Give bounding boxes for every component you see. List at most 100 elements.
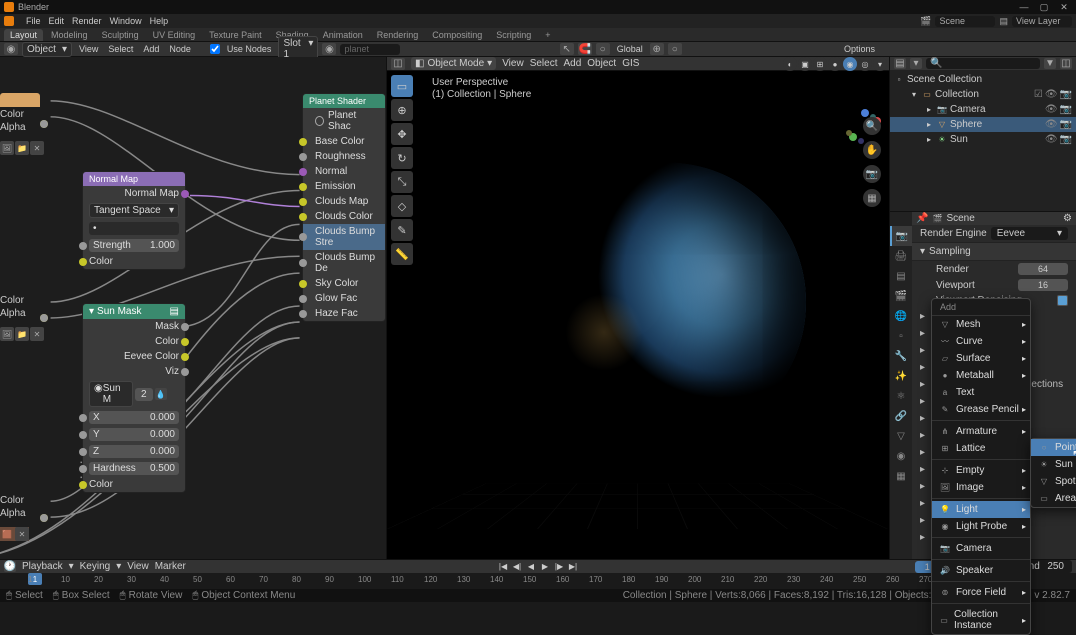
object-dropdown[interactable]: Object▾ — [22, 42, 72, 57]
camera-view-icon[interactable]: 📷 — [863, 165, 881, 183]
eye-icon[interactable]: 👁 — [1045, 104, 1058, 115]
material-tab[interactable]: ◉ — [890, 446, 912, 466]
menu-render[interactable]: Render — [72, 16, 102, 26]
image-icon[interactable]: 🖼 — [0, 141, 14, 155]
image-node-stub-1[interactable]: Color Alpha 🖼📁✕ — [0, 93, 44, 155]
add-camera[interactable]: 📷Camera — [932, 540, 1030, 557]
scale-tool[interactable]: ⤡ — [391, 171, 413, 193]
vp-menu-select[interactable]: Select — [530, 58, 558, 69]
tab-modeling[interactable]: Modeling — [45, 29, 94, 41]
sphere-earth-object[interactable] — [526, 162, 806, 442]
tree-sun[interactable]: ▸☀Sun👁📷 — [890, 132, 1076, 147]
z-field[interactable]: Z0.000 — [89, 445, 179, 458]
menu-add[interactable]: Add — [140, 44, 162, 54]
uvmap-field[interactable]: • — [89, 222, 179, 235]
viewport[interactable]: ◫ ◧Object Mode▾ View Select Add Object G… — [386, 57, 890, 559]
sun-mask-node[interactable]: ▾Sun Mask▤ Mask Color Eevee Color Viz ◉S… — [82, 303, 186, 493]
vp-menu-view[interactable]: View — [502, 58, 524, 69]
minimize-button[interactable]: — — [1016, 2, 1032, 12]
render-icon[interactable]: 📷 — [1060, 134, 1072, 145]
texture-tab[interactable]: ▦ — [890, 466, 912, 486]
node-editor[interactable]: Color Alpha 🖼📁✕ Color Alpha 🖼📁✕ Color Al… — [0, 57, 386, 559]
add-surface[interactable]: ▱Surface▸ — [932, 350, 1030, 367]
view-layer-field[interactable]: View Layer — [1012, 16, 1072, 27]
options-button[interactable]: Options — [841, 44, 878, 54]
render-icon[interactable]: 📷 — [1060, 104, 1072, 115]
solid-icon[interactable]: ● — [828, 57, 842, 71]
cursor-tool-icon[interactable]: ↖ — [560, 43, 574, 55]
outliner-search[interactable]: 🔍 — [926, 58, 1040, 69]
menu-view[interactable]: View — [76, 44, 101, 54]
add-menu[interactable]: Add ▽Mesh▸ 〰Curve▸ ▱Surface▸ ●Metaball▸ … — [931, 298, 1031, 635]
use-nodes-check[interactable] — [210, 44, 220, 54]
tab-sculpting[interactable]: Sculpting — [96, 29, 145, 41]
image-icon[interactable]: 🖼 — [0, 327, 14, 341]
node-title[interactable]: ▾Sun Mask▤ — [83, 304, 185, 319]
snap-toggle-icon[interactable]: 🧲 — [578, 43, 592, 55]
node-options-icon[interactable]: ▤ — [170, 306, 179, 317]
filter-icon[interactable]: ▼ — [1044, 58, 1056, 69]
hardness-field[interactable]: Hardness0.500 — [89, 462, 179, 475]
snap-type-icon[interactable]: ○ — [596, 43, 610, 55]
sampling-section[interactable]: ▾Sampling — [912, 242, 1076, 261]
menu-marker[interactable]: Marker — [155, 561, 186, 572]
orientation-label[interactable]: Global — [614, 44, 646, 54]
object-tab[interactable]: ▫ — [890, 326, 912, 346]
close-icon[interactable]: ✕ — [30, 141, 44, 155]
vp-menu-gis[interactable]: GIS — [622, 58, 639, 69]
play-icon[interactable]: ▶ — [539, 562, 551, 572]
cursor-tool[interactable]: ⊕ — [391, 99, 413, 121]
mode-dropdown[interactable]: ◧Object Mode▾ — [411, 57, 496, 70]
render-icon[interactable]: 📷 — [1060, 119, 1072, 130]
normal-map-node[interactable]: Normal Map Normal Map Tangent Space▾ • S… — [82, 171, 186, 270]
engine-dropdown[interactable]: Eevee▾ — [991, 227, 1068, 240]
node-title[interactable]: Planet Shader — [303, 94, 385, 108]
add-empty[interactable]: ⊹Empty▸ — [932, 462, 1030, 479]
add-armature[interactable]: ⋔Armature▸ — [932, 423, 1030, 440]
tab-layout[interactable]: Layout — [4, 29, 43, 41]
tree-scene-collection[interactable]: ▫Scene Collection — [890, 72, 1076, 87]
tab-uv-editing[interactable]: UV Editing — [147, 29, 202, 41]
options-icon[interactable]: ⚙ — [1063, 213, 1072, 224]
scene-field[interactable]: Scene — [935, 16, 995, 27]
editor-type-icon[interactable]: ◫ — [391, 58, 405, 70]
image-node-stub-2[interactable]: Color Alpha 🖼📁✕ — [0, 295, 44, 341]
planet-shader-node[interactable]: Planet Shader Planet Shac Base Color Rou… — [302, 93, 386, 322]
maximize-button[interactable]: ▢ — [1036, 2, 1052, 12]
render-samples-field[interactable]: 64 — [1018, 263, 1068, 275]
close-button[interactable]: ✕ — [1056, 2, 1072, 12]
y-field[interactable]: Y0.000 — [89, 428, 179, 441]
add-grease-pencil[interactable]: ✎Grease Pencil▸ — [932, 401, 1030, 418]
material-preview-icon[interactable]: ◉ — [843, 57, 857, 71]
add-metaball[interactable]: ●Metaball▸ — [932, 367, 1030, 384]
close-icon[interactable]: ✕ — [30, 327, 44, 341]
menu-node[interactable]: Node — [166, 44, 194, 54]
pivot-icon[interactable]: ⊕ — [650, 43, 664, 55]
rendered-icon[interactable]: ◎ — [858, 57, 872, 71]
transform-tool[interactable]: ◇ — [391, 195, 413, 217]
add-lattice[interactable]: ⊞Lattice — [932, 440, 1030, 457]
add-collection-instance[interactable]: ▭Collection Instance▸ — [932, 606, 1030, 634]
move-view-icon[interactable]: ✋ — [863, 141, 881, 159]
menu-file[interactable]: File — [26, 16, 41, 26]
eye-icon[interactable]: 👁 — [1045, 134, 1058, 145]
tab-rendering[interactable]: Rendering — [371, 29, 425, 41]
menu-playback[interactable]: Playback — [22, 561, 63, 572]
annotate-tool[interactable]: ✎ — [391, 219, 413, 241]
add-image[interactable]: 🖼Image▸ — [932, 479, 1030, 496]
menu-window[interactable]: Window — [110, 16, 142, 26]
strength-field[interactable]: Strength1.000 — [89, 239, 179, 252]
space-dropdown[interactable]: Tangent Space▾ — [89, 203, 179, 218]
menu-view[interactable]: View — [127, 561, 149, 572]
menu-select[interactable]: Select — [105, 44, 136, 54]
prev-key-icon[interactable]: ◀| — [511, 562, 523, 572]
next-key-icon[interactable]: |▶ — [553, 562, 565, 572]
tab-texture-paint[interactable]: Texture Paint — [203, 29, 268, 41]
render-icon[interactable]: 📷 — [1060, 89, 1072, 100]
node-title[interactable]: Normal Map — [83, 172, 185, 186]
exclude-icon[interactable]: ☑ — [1034, 89, 1043, 100]
viewport-samples-field[interactable]: 16 — [1018, 279, 1068, 291]
scene-tab[interactable]: 🎬 — [890, 286, 912, 306]
sun-object-dropdown[interactable]: ◉Sun M — [89, 381, 133, 407]
eye-icon[interactable]: 👁 — [1045, 119, 1058, 130]
